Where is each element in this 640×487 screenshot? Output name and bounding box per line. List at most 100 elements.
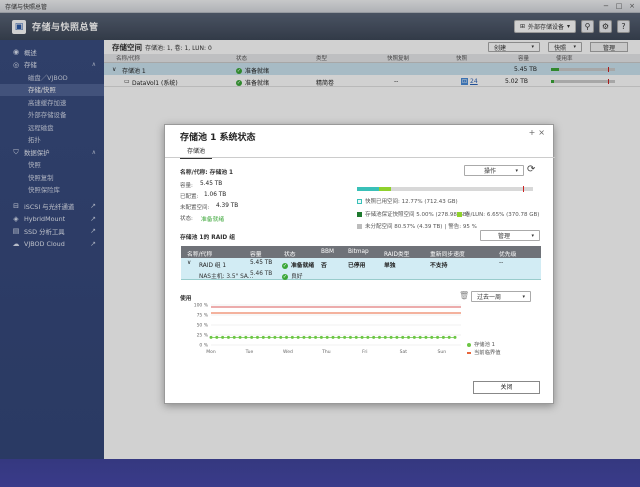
- trash-icon[interactable]: 🗑: [459, 291, 469, 300]
- legend-snapshot: 快照已用空间: 12.77% (712.43 GB): [357, 197, 458, 205]
- close-button[interactable]: 关闭: [473, 381, 540, 394]
- legend-snapshot-text: 快照已用空间: 12.77% (712.43 GB): [365, 199, 458, 205]
- usage-data-point: [238, 335, 242, 339]
- chevron-down-icon: ▾: [522, 293, 525, 300]
- dialog-title: 存储池 1 系统状态: [180, 133, 256, 143]
- chart-x-tick-label: Wed: [283, 349, 293, 355]
- chart-y-tick-label: 50 %: [197, 323, 209, 329]
- allocated-label: 已配置:: [180, 194, 199, 200]
- legend-swatch: [357, 224, 362, 229]
- usage-data-point: [221, 335, 225, 339]
- chart-x-tick-label: Tue: [245, 349, 254, 355]
- legend-swatch: [357, 212, 362, 217]
- legend-volume: 卷/LUN: 6.65% (370.78 GB): [457, 210, 539, 218]
- usage-data-point: [412, 335, 416, 339]
- capacity-bar-snapshot: [357, 187, 379, 191]
- legend-warning-text: 警告: 95 %: [448, 224, 477, 230]
- refresh-icon[interactable]: ⟳: [527, 164, 535, 175]
- raid-row-bitmap: 已停用: [348, 263, 366, 269]
- chevron-down-icon: ▾: [515, 167, 518, 174]
- usage-data-point: [267, 335, 271, 339]
- capacity-value: 5.45 TB: [200, 181, 223, 187]
- raid-table-header: 名称/代称 容量 状态 BBM Bitmap RAID类型 重新同步速度 优先级: [181, 246, 541, 258]
- legend-swatch: [457, 212, 462, 217]
- tab-divider: [165, 157, 555, 158]
- usage-data-point: [436, 335, 440, 339]
- raid-col-name: 名称/代称: [187, 252, 213, 258]
- chart-x-tick-label: Thu: [321, 349, 331, 355]
- raid-col-raid-type: RAID类型: [384, 252, 410, 258]
- usage-data-point: [418, 335, 422, 339]
- usage-data-point: [354, 335, 358, 339]
- usage-data-point: [285, 335, 289, 339]
- raid-manage-dropdown[interactable]: 管理 ▾: [480, 230, 540, 241]
- chart-legend-threshold-text: 当前临界值: [474, 350, 501, 356]
- table-row[interactable]: ∨ RAID 组 1 5.45 TB ✓ 准备就绪 否 已停用 单独 不支持 --: [181, 258, 541, 269]
- usage-data-point: [290, 335, 294, 339]
- legend-unallocated: 未分配空间 80.57% (4.39 TB) | 警告: 95 %: [357, 222, 477, 230]
- capacity-bar: [357, 186, 533, 192]
- unallocated-value: 4.39 TB: [216, 203, 239, 209]
- usage-data-point: [319, 335, 323, 339]
- close-icon[interactable]: ×: [538, 128, 548, 137]
- raid-col-capacity: 容量: [250, 252, 262, 258]
- capacity-bar-warning-mark: [523, 186, 524, 192]
- usage-data-point: [430, 335, 434, 339]
- disk-row-name: NAS主机: 3.5" SA...: [199, 274, 254, 280]
- legend-guaranteed: 存储池保证快照空间 5.00% (278.98 GB): [357, 210, 469, 218]
- chart-x-ticks: Mon Tue Wed Thu Fri Sat Sun: [206, 349, 446, 355]
- usage-data-point: [401, 335, 405, 339]
- usage-data-point: [296, 335, 300, 339]
- usage-data-point: [215, 335, 219, 339]
- unallocated-label: 未配置空间:: [180, 205, 210, 211]
- raid-col-resync: 重新同步速度: [430, 252, 465, 258]
- usage-data-point: [343, 335, 347, 339]
- storage-pool-status-dialog: 存储池 1 系统状态 +× 存储池 名称/代称: 存储池 1 容量: 5.45 …: [164, 124, 555, 404]
- usage-data-point: [372, 335, 376, 339]
- legend-guaranteed-text: 存储池保证快照空间 5.00% (278.98 GB): [365, 212, 469, 218]
- check-icon: ✓: [282, 273, 288, 280]
- usage-data-point: [261, 335, 265, 339]
- chart-y-ticks: 100 % 75 % 50 % 25 % 0 %: [194, 303, 209, 349]
- status-value: 准备就绪: [201, 217, 225, 223]
- chart-legend-threshold: 当前临界值: [467, 348, 501, 356]
- usage-data-point: [273, 335, 277, 339]
- usage-data-point: [314, 335, 318, 339]
- usage-data-point: [308, 335, 312, 339]
- legend-swatch: [467, 351, 471, 354]
- raid-row-type: 单独: [384, 263, 396, 269]
- raid-col-bbm: BBM: [321, 249, 334, 255]
- chart-grid: [211, 304, 461, 346]
- raid-row-name: RAID 组 1: [199, 263, 227, 269]
- action-label: 操作: [484, 168, 497, 175]
- raid-row-resync: 不支持: [430, 263, 448, 269]
- usage-data-point: [331, 335, 335, 339]
- usage-data-point: [447, 335, 451, 339]
- plus-icon[interactable]: +: [529, 128, 539, 137]
- chart-y-tick-label: 100 %: [194, 303, 209, 309]
- expand-chevron-icon[interactable]: ∨: [187, 260, 191, 266]
- usage-series-points: [209, 335, 457, 339]
- usage-data-point: [453, 335, 457, 339]
- raid-table: 名称/代称 容量 状态 BBM Bitmap RAID类型 重新同步速度 优先级…: [181, 246, 541, 280]
- period-dropdown[interactable]: 过去一周 ▾: [471, 291, 531, 302]
- usage-data-point: [209, 335, 213, 339]
- capacity-label: 容量:: [180, 183, 193, 189]
- dialog-controls: +×: [529, 128, 548, 137]
- chart-x-tick-label: Sun: [437, 349, 446, 355]
- usage-data-point: [279, 335, 283, 339]
- capacity-bar-volume: [379, 187, 391, 191]
- period-label: 过去一周: [477, 294, 502, 301]
- chart-y-tick-label: 75 %: [197, 313, 209, 319]
- usage-data-point: [337, 335, 341, 339]
- legend-unallocated-text: 未分配空间 80.57% (4.39 TB): [365, 224, 443, 230]
- action-dropdown[interactable]: 操作 ▾: [464, 165, 524, 176]
- chart-legend-series: 存储池 1: [467, 340, 495, 348]
- app-window: 存储与快照总管 − □ × ▣ 存储与快照总管 ⊞ 外部存储设备 ▾ ⚲ ⚙ ?…: [0, 0, 640, 459]
- table-row[interactable]: NAS主机: 3.5" SA... 5.46 TB ✓ 良好: [181, 269, 541, 280]
- usage-data-point: [302, 335, 306, 339]
- legend-swatch: [357, 199, 362, 204]
- raid-row-priority: --: [499, 260, 504, 266]
- usage-data-point: [325, 335, 329, 339]
- chart-x-tick-label: Mon: [206, 349, 216, 355]
